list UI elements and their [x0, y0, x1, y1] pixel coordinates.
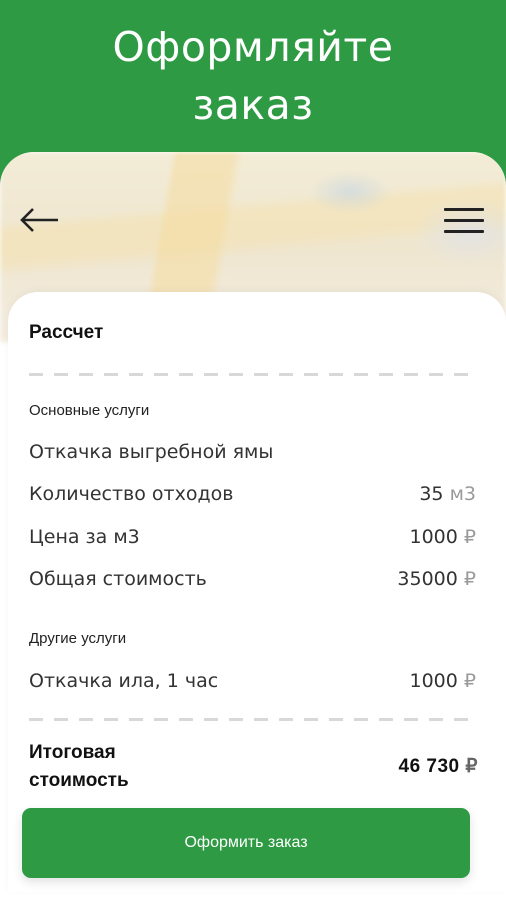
hamburger-menu-icon-line [444, 218, 484, 222]
service-name: Откачка выгребной ямы [29, 441, 274, 463]
calc-row: Общая стоимость 35000 ₽ [29, 568, 476, 596]
app-screen: Рассчет Основные услуги Откачка выгребно… [0, 152, 506, 900]
calc-row-value: 1000 ₽ [409, 670, 477, 692]
calc-row-label: Количество отходов [29, 483, 234, 505]
hamburger-menu-icon [444, 207, 484, 211]
hero-title: Оформляйте заказ [0, 18, 506, 134]
main-services-label: Основные услуги [29, 402, 150, 419]
currency-label: ₽ [463, 568, 476, 590]
back-button[interactable] [18, 202, 62, 238]
hamburger-menu-icon-line [444, 229, 484, 233]
hero-title-line1: Оформляйте [112, 23, 394, 71]
calc-row-label: Общая стоимость [29, 568, 207, 590]
calc-row-label: Цена за м3 [29, 526, 140, 548]
arrow-left-icon [20, 208, 58, 232]
place-order-button[interactable]: Оформить заказ [22, 808, 470, 878]
calc-row: Цена за м3 1000 ₽ [29, 526, 476, 554]
dashed-divider [29, 373, 478, 376]
calc-row: Количество отходов 35 м3 [29, 483, 476, 511]
hero-title-line2: заказ [192, 81, 314, 129]
calc-row-label: Откачка ила, 1 час [29, 670, 219, 692]
calculation-card: Рассчет Основные услуги Откачка выгребно… [8, 292, 506, 892]
unit-label: м3 [449, 483, 476, 505]
currency-label: ₽ [463, 526, 476, 548]
calc-row: Откачка ила, 1 час 1000 ₽ [29, 670, 476, 698]
menu-button[interactable] [444, 202, 488, 238]
total-value: 46 730 ₽ [398, 756, 478, 777]
dashed-divider [29, 718, 478, 721]
calc-row-value: 35000 ₽ [397, 568, 476, 590]
calc-row-value: 1000 ₽ [409, 526, 477, 548]
other-services-label: Другие услуги [29, 630, 127, 647]
currency-label: ₽ [463, 670, 476, 692]
calc-title: Рассчет [29, 322, 104, 343]
service-name-row: Откачка выгребной ямы [29, 441, 476, 469]
calc-row-value: 35 м3 [419, 483, 476, 505]
currency-label: ₽ [465, 756, 478, 777]
total-label: Итоговая стоимость [29, 742, 129, 791]
